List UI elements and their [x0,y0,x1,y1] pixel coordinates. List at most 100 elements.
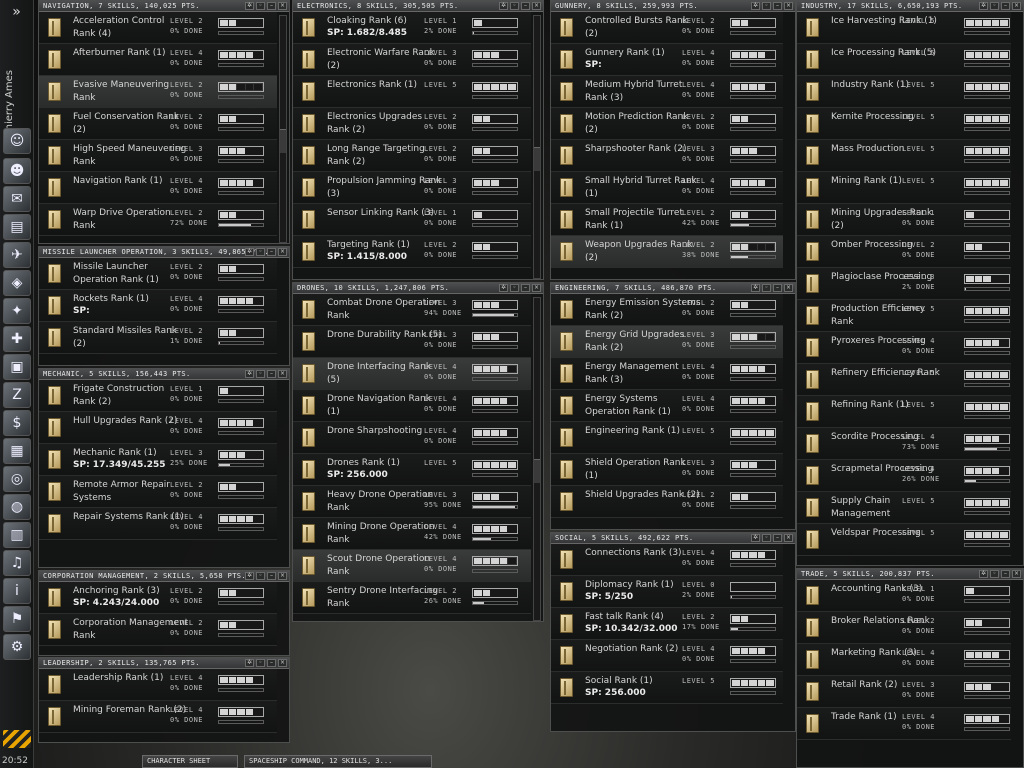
minimize-icon[interactable]: – [267,248,276,256]
chevron-double-right-icon[interactable]: » [0,4,33,20]
skill-row[interactable]: Electronics Upgrades Rank (2) LEVEL 2 0%… [293,108,531,140]
panel-header[interactable]: CORPORATION MANAGEMENT, 2 SKILLS, 5,658 … [39,571,289,582]
panel-header[interactable]: NAVIGATION, 7 SKILLS, 140,025 PTS. ✲ ◦ –… [39,1,289,12]
pin-icon[interactable]: ✲ [245,572,254,580]
calculator-icon[interactable]: ▦ [3,438,31,464]
skill-row[interactable]: Rockets Rank (1) SP: LEVEL 4 0% DONE [39,290,277,322]
minimize-icon[interactable]: – [773,534,782,542]
skill-row[interactable]: Omber Processing LEVEL 2 0% DONE [797,236,1011,268]
minimize-icon[interactable]: – [521,284,530,292]
starmap-icon[interactable]: ✦ [3,298,31,324]
skill-row[interactable]: Ice Processing Rank (5) LEVEL 5 [797,44,1011,76]
skill-row[interactable]: Small Projectile Turret Rank (1) LEVEL 2… [551,204,783,236]
close-icon[interactable]: × [278,572,287,580]
skill-row[interactable]: Targeting Rank (1) SP: 1.415/8.000 LEVEL… [293,236,531,268]
taskbar-spaceship-command[interactable]: SPACESHIP COMMAND, 12 SKILLS, 3... [244,755,432,768]
skill-row[interactable]: Energy Systems Operation Rank (1) LEVEL … [551,390,783,422]
pin-icon[interactable]: ✲ [751,2,760,10]
skill-row[interactable]: Plagioclase Processing LEVEL 3 2% DONE [797,268,1011,300]
pin-icon[interactable]: ✲ [979,570,988,578]
skill-row[interactable]: Accounting Rank (3) LEVEL 1 0% DONE [797,580,1011,612]
skill-row[interactable]: Evasive Maneuvering Rank LEVEL 2 0% DONE [39,76,277,108]
skill-row[interactable]: Small Hybrid Turret Rank (1) LEVEL 4 0% … [551,172,783,204]
skill-row[interactable]: Production Efficiency Rank LEVEL 5 [797,300,1011,332]
skill-row[interactable]: Cloaking Rank (6) SP: 1.682/8.485 LEVEL … [293,12,531,44]
skill-row[interactable]: Pyroxeres Processing LEVEL 4 0% DONE [797,332,1011,364]
pin-icon[interactable]: ✲ [245,248,254,256]
skill-row[interactable]: Fast talk Rank (4) SP: 10.342/32.000 LEV… [551,608,783,640]
skill-row[interactable]: Engineering Rank (1) LEVEL 5 [551,422,783,454]
options-icon[interactable]: ◦ [510,284,519,292]
scrollbar-thumb[interactable] [534,147,540,171]
close-icon[interactable]: × [784,284,793,292]
close-icon[interactable]: × [278,248,287,256]
settings-icon[interactable]: ⚙ [3,634,31,660]
skill-row[interactable]: Connections Rank (3) LEVEL 4 0% DONE [551,544,783,576]
skill-row[interactable]: Ice Harvesting Rank (1) LEVEL 5 [797,12,1011,44]
corporation-icon[interactable]: ✚ [3,326,31,352]
skill-row[interactable]: Energy Grid Upgrades Rank (2) LEVEL 3 0%… [551,326,783,358]
options-icon[interactable]: ◦ [762,534,771,542]
skill-row[interactable]: Missile Launcher Operation Rank (1) LEVE… [39,258,277,290]
skill-row[interactable]: Afterburner Rank (1) LEVEL 4 0% DONE [39,44,277,76]
pin-icon[interactable]: ✲ [979,2,988,10]
options-icon[interactable]: ◦ [762,2,771,10]
skill-row[interactable]: Mining Drone Operation Rank LEVEL 4 42% … [293,518,531,550]
options-icon[interactable]: ◦ [256,659,265,667]
skill-row[interactable]: Scout Drone Operation Rank LEVEL 4 0% DO… [293,550,531,582]
minimize-icon[interactable]: – [773,284,782,292]
skill-row[interactable]: Sharpshooter Rank (2) LEVEL 3 0% DONE [551,140,783,172]
skill-row[interactable]: Supply Chain Management LEVEL 5 [797,492,1011,524]
options-icon[interactable]: ◦ [256,572,265,580]
taskbar-character-sheet[interactable]: CHARACTER SHEET [142,755,238,768]
skill-row[interactable]: Corporation Management Rank LEVEL 2 0% D… [39,614,277,646]
skill-row[interactable]: Shield Operation Rank (1) LEVEL 3 0% DON… [551,454,783,486]
minimize-icon[interactable]: – [267,572,276,580]
panel-header[interactable]: INDUSTRY, 17 SKILLS, 6,650,193 PTS. ✲ ◦ … [797,1,1023,12]
skill-row[interactable]: Mining Rank (1) LEVEL 5 [797,172,1011,204]
panel-header[interactable]: ELECTRONICS, 8 SKILLS, 305,505 PTS. ✲ ◦ … [293,1,543,12]
close-icon[interactable]: × [532,284,541,292]
skill-row[interactable]: Mining Upgrades Rank (2) LEVEL 1 0% DONE [797,204,1011,236]
skill-row[interactable]: Shield Upgrades Rank (2) LEVEL 2 0% DONE [551,486,783,518]
pin-icon[interactable]: ✲ [245,659,254,667]
close-icon[interactable]: × [1012,2,1021,10]
skill-row[interactable]: Mass Production LEVEL 5 [797,140,1011,172]
skill-row[interactable]: Anchoring Rank (3) SP: 4.243/24.000 LEVE… [39,582,277,614]
people-icon[interactable]: ☻ [3,158,31,184]
panel-header[interactable]: SOCIAL, 5 SKILLS, 492,622 PTS. ✲ ◦ – × [551,533,795,544]
skill-row[interactable]: Heavy Drone Operation Rank LEVEL 3 95% D… [293,486,531,518]
skill-row[interactable]: Controlled Bursts Rank (2) LEVEL 2 0% DO… [551,12,783,44]
panel-header[interactable]: MECHANIC, 5 SKILLS, 156,443 PTS. ✲ ◦ – × [39,369,289,380]
skill-row[interactable]: Acceleration Control Rank (4) LEVEL 2 0%… [39,12,277,44]
skill-row[interactable]: Fuel Conservation Rank (2) LEVEL 2 0% DO… [39,108,277,140]
panel-header[interactable]: TRADE, 5 SKILLS, 200,837 PTS. ✲ ◦ – × [797,569,1023,580]
panel-header[interactable]: LEADERSHIP, 2 SKILLS, 135,765 PTS. ✲ ◦ –… [39,658,289,669]
skill-row[interactable]: Sensor Linking Rank (3) LEVEL 1 0% DONE [293,204,531,236]
scrollbar[interactable] [279,15,287,243]
skill-row[interactable]: Electronic Warfare Rank (2) LEVEL 3 0% D… [293,44,531,76]
skill-row[interactable]: Drone Durability Rank (5) LEVEL 3 0% DON… [293,326,531,358]
map-icon[interactable]: ◈ [3,270,31,296]
skill-row[interactable]: Standard Missiles Rank (2) LEVEL 2 1% DO… [39,322,277,354]
notepad-icon[interactable]: ▤ [3,214,31,240]
panel-header[interactable]: GUNNERY, 8 SKILLS, 259,993 PTS. ✲ ◦ – × [551,1,795,12]
skill-row[interactable]: Navigation Rank (1) LEVEL 4 0% DONE [39,172,277,204]
skill-row[interactable]: Marketing Rank (3) LEVEL 4 0% DONE [797,644,1011,676]
skill-row[interactable]: Weapon Upgrades Rank (2) LEVEL 2 38% DON… [551,236,783,268]
skill-row[interactable]: Scrapmetal Processing LEVEL 4 26% DONE [797,460,1011,492]
skill-row[interactable]: Mechanic Rank (1) SP: 17.349/45.255 LEVE… [39,444,277,476]
minimize-icon[interactable]: – [267,659,276,667]
skill-row[interactable]: Sentry Drone Interfacing Rank LEVEL 2 26… [293,582,531,614]
skill-row[interactable]: Drones Rank (1) SP: 256.000 LEVEL 5 [293,454,531,486]
close-icon[interactable]: × [784,2,793,10]
skill-row[interactable]: Frigate Construction Rank (2) LEVEL 1 0%… [39,380,277,412]
globe-icon[interactable]: ◍ [3,494,31,520]
ship-icon[interactable]: ✈ [3,242,31,268]
undock-stripes-icon[interactable] [3,730,31,748]
skill-row[interactable]: Kernite Processing LEVEL 5 [797,108,1011,140]
skill-row[interactable]: Remote Armor Repair Systems LEVEL 2 0% D… [39,476,277,508]
pin-icon[interactable]: ✲ [499,2,508,10]
skill-row[interactable]: Mining Foreman Rank (2) LEVEL 4 0% DONE [39,701,277,733]
options-icon[interactable]: ◦ [990,2,999,10]
